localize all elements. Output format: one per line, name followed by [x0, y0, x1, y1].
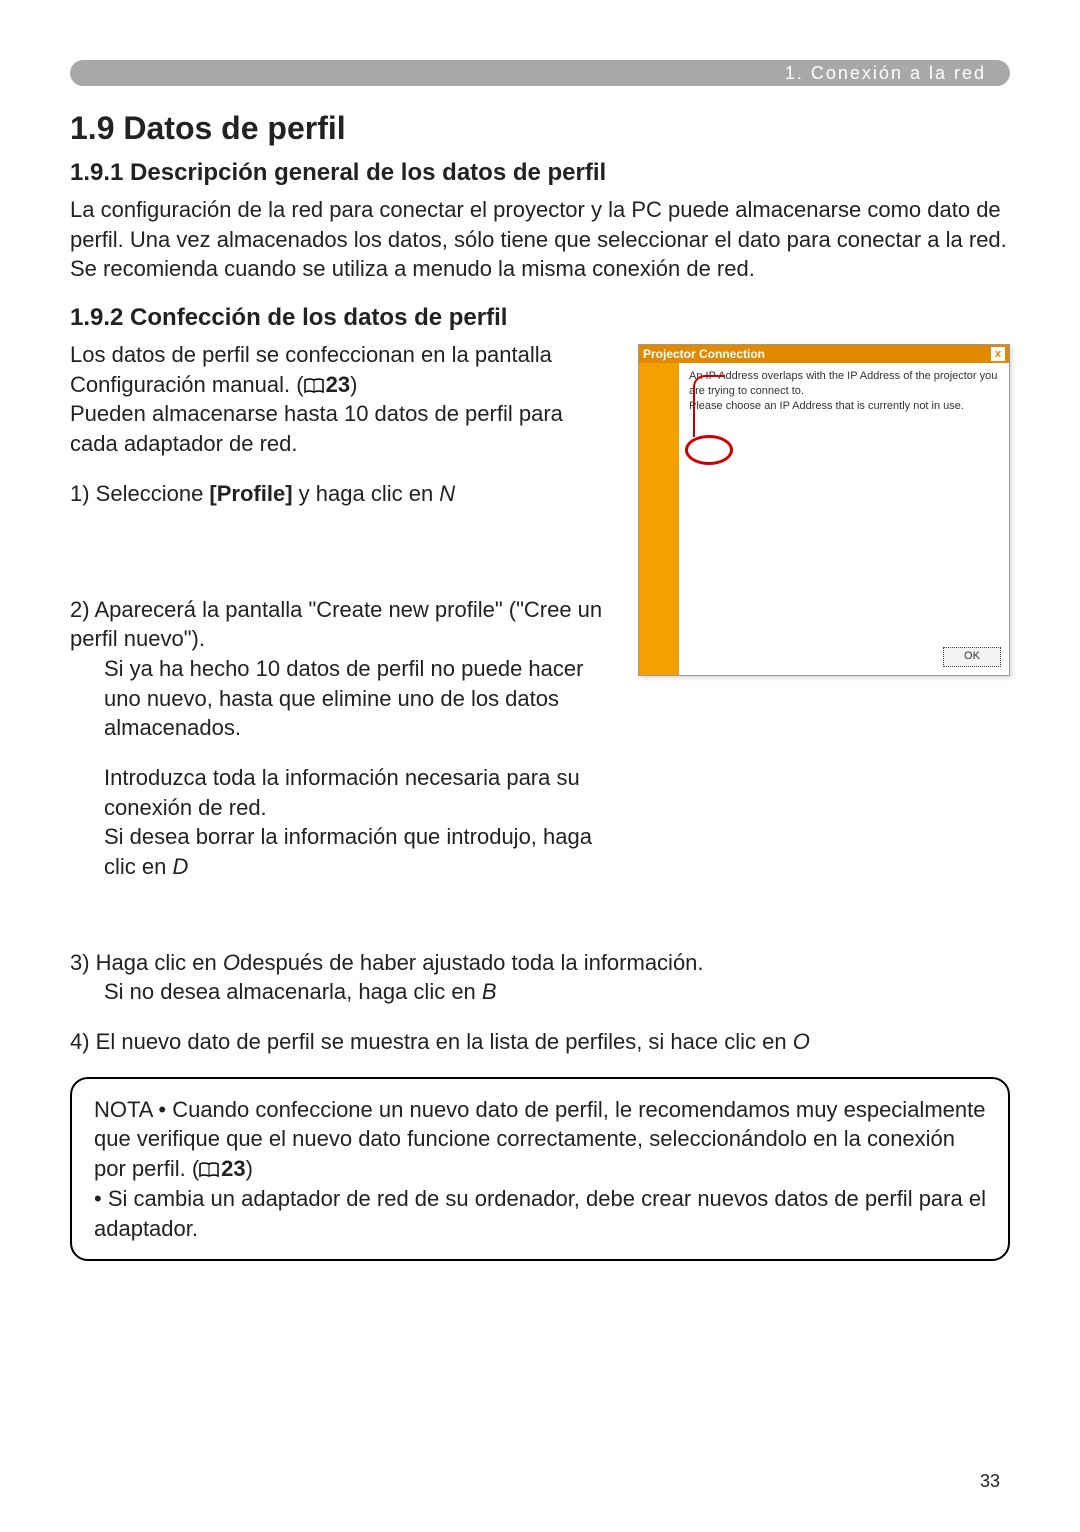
- section-title-1-9: 1.9 Datos de perfil: [70, 110, 1010, 147]
- dialog-screenshot: Projector Connection x An IP Address ove…: [638, 344, 1010, 676]
- dialog-content: An IP Address overlaps with the IP Addre…: [679, 363, 1009, 675]
- step-4: 4) El nuevo dato de perfil se muestra en…: [70, 1027, 1010, 1057]
- book-icon: [304, 378, 324, 394]
- section-1-9-1-body: La configuración de la red para conectar…: [70, 195, 1010, 284]
- step-3: 3) Haga clic en Odespués de haber ajusta…: [70, 948, 1010, 1007]
- dialog-titlebar: Projector Connection x: [639, 345, 1009, 363]
- dialog-title: Projector Connection: [643, 347, 765, 361]
- callout-line: [693, 375, 725, 437]
- dialog-sidebar: [639, 363, 679, 675]
- ok-button[interactable]: OK: [943, 647, 1001, 667]
- header-label: 1. Conexión a la red: [785, 63, 986, 84]
- dialog-message-1: An IP Address overlaps with the IP Addre…: [689, 369, 999, 399]
- step-2-line2: Introduzca toda la información necesaria…: [70, 763, 608, 882]
- book-icon: [199, 1162, 219, 1178]
- header-bar: 1. Conexión a la red: [70, 60, 1010, 86]
- note-box: NOTA • Cuando confeccione un nuevo dato …: [70, 1077, 1010, 1261]
- page-number: 33: [980, 1471, 1000, 1492]
- step-1: 1) Seleccione [Profile] y haga clic en N: [70, 479, 608, 509]
- dialog-message-2: Please choose an IP Address that is curr…: [689, 399, 999, 414]
- section-title-1-9-1: 1.9.1 Descripción general de los datos d…: [70, 159, 1010, 187]
- callout-circle: [685, 435, 733, 465]
- section-1-9-2-intro: Los datos de perfil se confeccionan en l…: [70, 340, 608, 459]
- step-2-line1: 2) Aparecerá la pantalla "Create new pro…: [70, 595, 608, 743]
- close-icon[interactable]: x: [991, 347, 1005, 361]
- section-title-1-9-2: 1.9.2 Confección de los datos de perfil: [70, 304, 1010, 332]
